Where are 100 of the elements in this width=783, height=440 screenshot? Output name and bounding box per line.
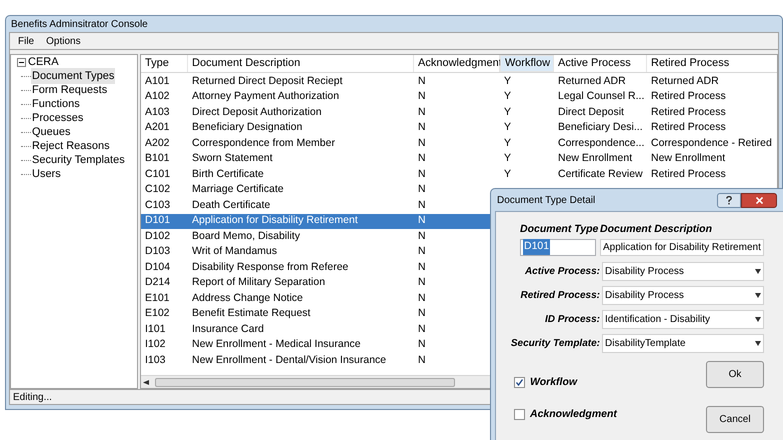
tree-item[interactable]: Security Templates bbox=[31, 152, 126, 168]
table-cell-text: A101 bbox=[144, 74, 171, 89]
column-header[interactable]: Workflow bbox=[500, 55, 554, 72]
table-cell-text: Returned ADR bbox=[650, 74, 720, 89]
table-cell-text: N bbox=[417, 120, 427, 136]
table-cell-text: Correspondence - Retired bbox=[650, 136, 773, 151]
table-cell-text: D104 bbox=[144, 260, 172, 275]
table-cell-text: Beneficiary Designation bbox=[191, 120, 304, 136]
table-cell-text: I103 bbox=[144, 352, 166, 368]
dialog-button[interactable]: Ok bbox=[706, 360, 764, 388]
description-field[interactable]: Application for Disability Retirement bbox=[600, 238, 764, 256]
table-cell-text: B101 bbox=[144, 151, 171, 166]
table-cell-text: Y bbox=[503, 166, 512, 182]
table-cell-text: Retired Process bbox=[650, 166, 727, 182]
table-cell-text: Correspondence from Member bbox=[191, 136, 336, 151]
table-cell-text: Marriage Certificate bbox=[191, 182, 285, 198]
dropdown-icon bbox=[755, 316, 761, 322]
type-field[interactable]: D101 bbox=[520, 238, 596, 256]
checkbox[interactable] bbox=[514, 377, 525, 388]
table-cell-text: Death Certificate bbox=[191, 198, 272, 213]
scroll-left-icon bbox=[143, 380, 149, 384]
dialog-button[interactable]: Cancel bbox=[706, 406, 764, 433]
tree-item[interactable]: Reject Reasons bbox=[31, 138, 111, 154]
table-cell-text: A103 bbox=[144, 104, 171, 120]
tree-item[interactable]: Functions bbox=[31, 96, 81, 112]
dropdown-icon bbox=[755, 268, 761, 274]
table-cell-text: N bbox=[417, 352, 427, 368]
table-cell-text: Legal Counsel R... bbox=[557, 89, 646, 104]
field-label: Active Process: bbox=[524, 264, 600, 279]
column-header[interactable]: Document Description bbox=[188, 55, 414, 72]
table-cell-text: N bbox=[417, 260, 427, 275]
table-cell-text: C102 bbox=[144, 182, 172, 198]
table-row[interactable]: A103 Direct Deposit Authorization N Y Direct Deposit Retired Process bbox=[141, 105, 777, 120]
table-row[interactable]: A201 Beneficiary Designation N Y Beneficiary Desi... Retired Process bbox=[141, 120, 777, 136]
checkbox-label: Workflow bbox=[530, 374, 578, 390]
table-cell-text: Certificate Review bbox=[557, 166, 644, 182]
help-button[interactable] bbox=[717, 192, 741, 208]
process-select[interactable]: Disability Process bbox=[602, 262, 764, 281]
dropdown-icon bbox=[755, 340, 761, 346]
table-cell-text: Benefit Estimate Request bbox=[191, 306, 312, 322]
table-cell-text: Attorney Payment Authorization bbox=[191, 89, 340, 104]
tree-item[interactable]: Document Types bbox=[31, 68, 116, 84]
table-cell-text: N bbox=[417, 74, 427, 89]
table-cell-text: D102 bbox=[144, 228, 172, 244]
table-cell-text: New Enrollment bbox=[557, 151, 634, 166]
field-label: ID Process: bbox=[544, 312, 600, 327]
table-cell-text: Direct Deposit bbox=[557, 104, 625, 120]
table-cell-text: E102 bbox=[144, 306, 171, 322]
table-cell-text: Y bbox=[503, 104, 512, 120]
process-select[interactable]: DisabilityTemplate bbox=[602, 334, 764, 353]
table-cell-text: N bbox=[417, 166, 427, 182]
table-cell-text: Retired Process bbox=[650, 104, 727, 120]
table-cell-text: I102 bbox=[144, 337, 166, 352]
tree-item[interactable]: Queues bbox=[31, 124, 72, 140]
table-cell-text: N bbox=[417, 182, 427, 198]
column-header[interactable]: Active Process bbox=[554, 55, 647, 72]
table-cell-text: I101 bbox=[144, 322, 166, 337]
tree-item[interactable]: Users bbox=[31, 166, 62, 182]
table-cell-text: N bbox=[417, 151, 427, 166]
process-select[interactable]: Identification - Disability bbox=[602, 310, 764, 329]
table-cell-text: D101 bbox=[144, 213, 172, 228]
menu-item[interactable]: File bbox=[18, 34, 34, 48]
table-cell-text: Y bbox=[503, 136, 512, 151]
table-cell-text: N bbox=[417, 228, 427, 244]
close-icon bbox=[756, 196, 762, 204]
help-icon bbox=[726, 196, 732, 204]
table-row[interactable]: B101 Sworn Statement N Y New Enrollment New Enrollment bbox=[141, 152, 777, 167]
table-cell-text: Application for Disability Retirement bbox=[191, 213, 359, 228]
table-cell-text: New Enrollment bbox=[650, 151, 726, 166]
table-cell-text: D214 bbox=[144, 275, 172, 290]
table-cell-text: Returned ADR bbox=[557, 74, 627, 89]
table-cell-text: Returned Direct Deposit Reciept bbox=[191, 74, 344, 89]
table-cell-text: A201 bbox=[144, 120, 171, 136]
table-cell-text: Y bbox=[503, 89, 512, 104]
tree-item[interactable]: Processes bbox=[31, 110, 84, 126]
table-cell-text: Report of Military Separation bbox=[191, 275, 326, 290]
field-label: Retired Process: bbox=[520, 288, 600, 303]
status-text: Editing... bbox=[13, 390, 52, 404]
table-cell-text: New Enrollment - Dental/Vision Insurance bbox=[191, 352, 388, 368]
table-cell-text: N bbox=[417, 136, 427, 151]
table-cell-text: N bbox=[417, 244, 427, 260]
table-cell-text: Correspondence... bbox=[557, 136, 646, 151]
checkbox[interactable] bbox=[514, 408, 525, 420]
menu-item[interactable]: Options bbox=[46, 34, 81, 48]
table-cell-text: Writ of Mandamus bbox=[191, 244, 278, 260]
dropdown-icon bbox=[755, 292, 761, 298]
column-header[interactable]: Retired Process bbox=[647, 55, 777, 72]
table-row[interactable]: C101 Birth Certificate N Y Certificate Review Retired Process bbox=[141, 167, 777, 182]
table-cell-text: Disability Response from Referee bbox=[191, 260, 350, 275]
tree-item[interactable]: Form Requests bbox=[31, 82, 108, 98]
table-row[interactable]: A101 Returned Direct Deposit Reciept N Y Returned ADR Returned ADR bbox=[141, 74, 777, 90]
table-row[interactable]: A102 Attorney Payment Authorization N Y Legal Counsel R... Retired Process bbox=[141, 90, 777, 105]
column-header[interactable]: Type bbox=[141, 55, 188, 72]
table-cell-text: N bbox=[417, 306, 427, 322]
table-cell-text: N bbox=[417, 213, 427, 228]
collapse-icon[interactable] bbox=[17, 58, 26, 67]
close-button[interactable] bbox=[741, 192, 777, 208]
process-select[interactable]: Disability Process bbox=[602, 286, 764, 305]
dialog-title: Document Type Detail bbox=[496, 194, 596, 208]
table-row[interactable]: A202 Correspondence from Member N Y Correspondence... Correspondence - Retired bbox=[141, 136, 777, 152]
